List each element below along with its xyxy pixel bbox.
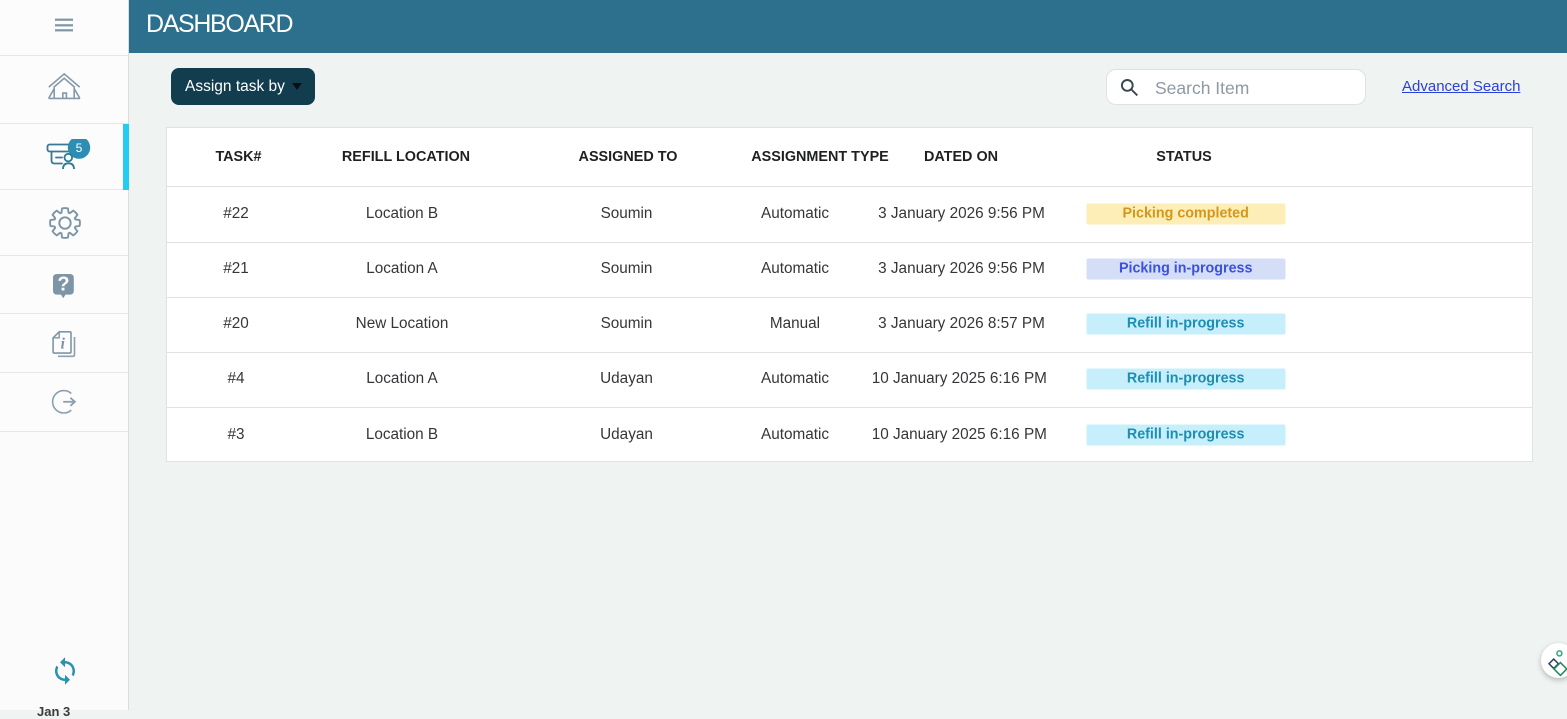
svg-text:?: ?: [57, 273, 69, 295]
svg-text:5: 5: [76, 140, 83, 154]
svg-text:i: i: [60, 336, 65, 353]
